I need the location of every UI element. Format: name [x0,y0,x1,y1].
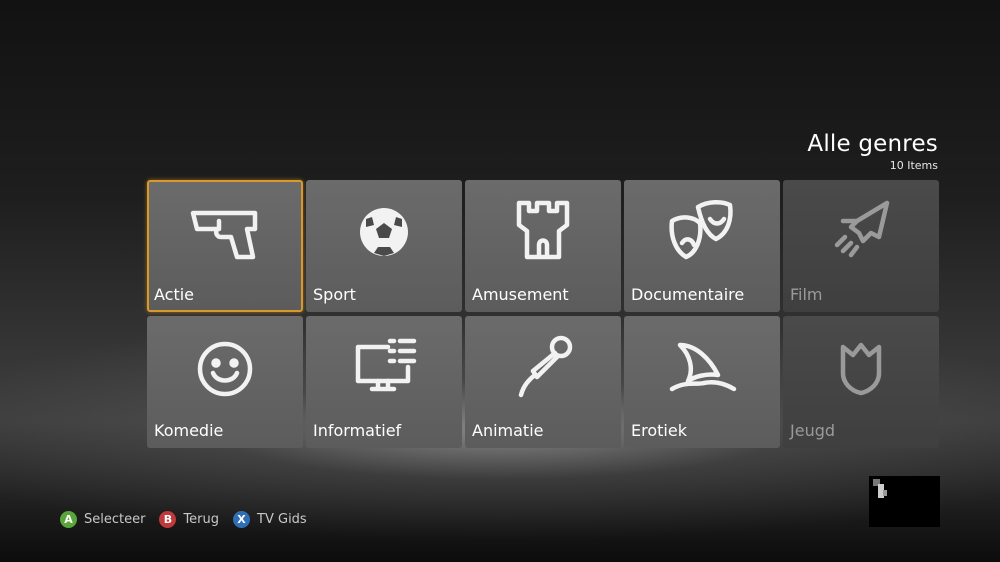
theater-masks-icon [662,197,742,267]
a-button-icon: A [60,511,77,528]
hint-back[interactable]: B Terug [159,511,219,528]
x-button-icon: X [233,511,251,528]
genre-tile-sport[interactable]: Sport [306,180,462,312]
hint-select[interactable]: A Selecteer [60,511,145,528]
hint-tv-guide[interactable]: X TV Gids [233,511,307,528]
genre-tile-documentaire[interactable]: Documentaire [624,180,780,312]
tower-icon [503,197,583,267]
genre-label: Jeugd [790,421,836,440]
genre-tile-animatie[interactable]: Animatie [465,316,621,448]
pistol-icon [185,199,265,269]
page-header: Alle genres 10 Items [807,130,938,172]
shark-fin-icon [662,333,742,403]
button-hints: A Selecteer B Terug X TV Gids [60,511,307,528]
genre-tile-erotiek[interactable]: Erotiek [624,316,780,448]
rocket-icon [821,197,901,267]
tulip-icon [821,333,901,403]
genre-tile-amusement[interactable]: Amusement [465,180,621,312]
genre-tile-informatief[interactable]: Informatief [306,316,462,448]
microphone-icon [503,333,583,403]
hint-label: Selecteer [84,512,146,527]
genre-tile-actie[interactable]: Actie [147,180,303,312]
genre-tile-film[interactable]: Film [783,180,939,312]
video-preview[interactable] [869,476,940,527]
genre-grid: Actie Sport Amusement Documentaire Film … [147,180,939,448]
hint-label: TV Gids [257,512,307,527]
monitor-list-icon [344,333,424,403]
genre-label: Animatie [472,421,544,440]
genre-tile-komedie[interactable]: Komedie [147,316,303,448]
genre-label: Komedie [154,421,224,440]
soccer-ball-icon [344,197,424,267]
genre-label: Documentaire [631,285,745,304]
genre-label: Actie [154,285,195,304]
genre-tile-jeugd[interactable]: Jeugd [783,316,939,448]
item-count: 10 Items [889,159,938,172]
smiley-icon [185,333,265,403]
genre-label: Informatief [313,421,402,440]
genre-label: Film [790,285,823,304]
page-title: Alle genres [807,131,938,157]
genre-label: Erotiek [631,421,687,440]
genre-label: Amusement [472,285,569,304]
hint-label: Terug [183,512,220,527]
genre-label: Sport [313,285,356,304]
b-button-icon: B [159,511,177,528]
preview-thumbnail-icon [873,479,887,498]
